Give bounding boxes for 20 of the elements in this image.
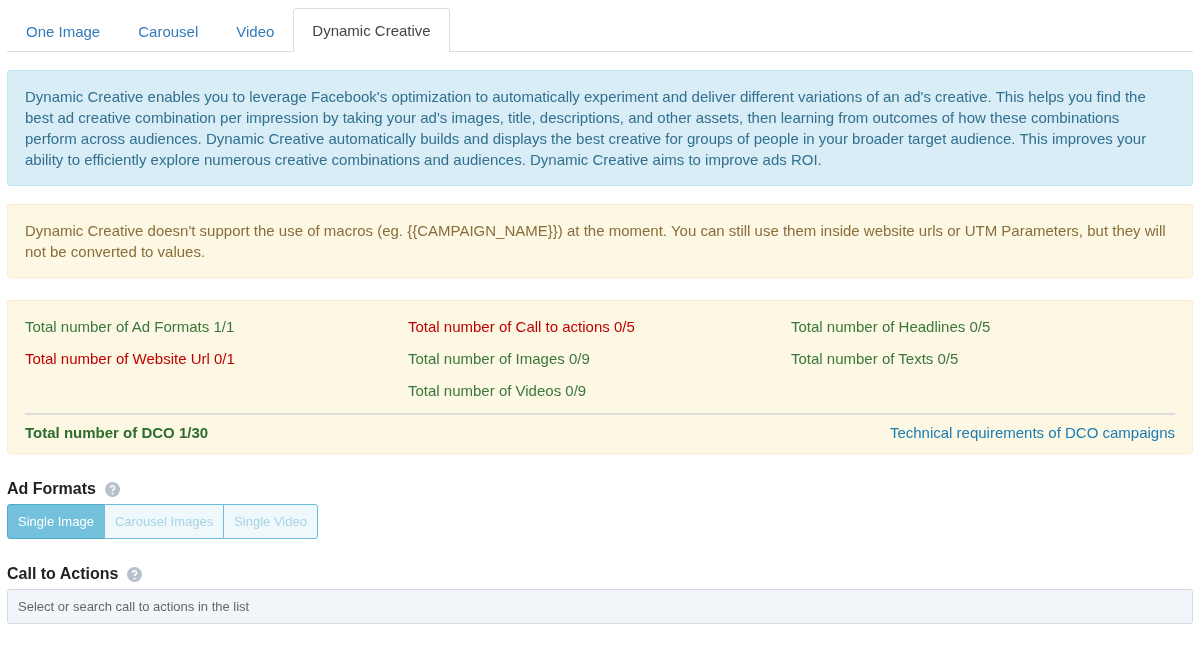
requirements-link[interactable]: Technical requirements of DCO campaigns xyxy=(889,424,1175,441)
total-count: Total number of Texts 0/5 xyxy=(791,349,960,369)
total-count: Total number of Images 0/9 xyxy=(408,349,591,369)
warning-alert: Dynamic Creative doesn't support the use of macros (eg. {{CAMPAIGN_NAME}}) at the moment. You can still use them inside website urls or UTM Parameters, but they will not be converted to values. xyxy=(7,204,1193,278)
tab[interactable]: One Image xyxy=(7,8,120,52)
tab[interactable]: Video xyxy=(217,8,294,52)
total-count: Total number of Call to actions 0/5 xyxy=(408,317,636,337)
section-title: Call to Actions xyxy=(7,565,119,583)
total-count: Total number of Website Url 0/1 xyxy=(25,349,236,369)
tab[interactable]: Dynamic Creative xyxy=(293,8,450,52)
help-icon[interactable] xyxy=(127,566,143,582)
total-count: Total number of Videos 0/9 xyxy=(408,381,588,401)
total-count: Total number of Ad Formats 1/1 xyxy=(25,317,236,337)
section-title: Ad Formats xyxy=(7,480,96,498)
info-alert: Dynamic Creative enables you to leverage Facebook's optimization to automatically experiment and deliver different variations of an ad's creative. This helps you find the best ad creative combination per impression by taking your ad's images, title, descriptions, and other assets, then learning from outcomes of how these combinations perform across audiences. Dynamic Creative automatically builds and displays the best creative for groups of people in your broader target audience. This improves your ability to efficiently explore numerous creative combinations and audiences. Dynamic Creative aims to improve ads ROI. xyxy=(7,70,1193,186)
total-count: Total number of Headlines 0/5 xyxy=(791,317,992,337)
search-field[interactable]: Select or search call to actions in the list xyxy=(7,589,1193,624)
dco-total: Total number of DCO 1/30 xyxy=(25,424,209,441)
tab[interactable]: Carousel xyxy=(119,8,218,52)
help-icon[interactable] xyxy=(104,481,120,497)
